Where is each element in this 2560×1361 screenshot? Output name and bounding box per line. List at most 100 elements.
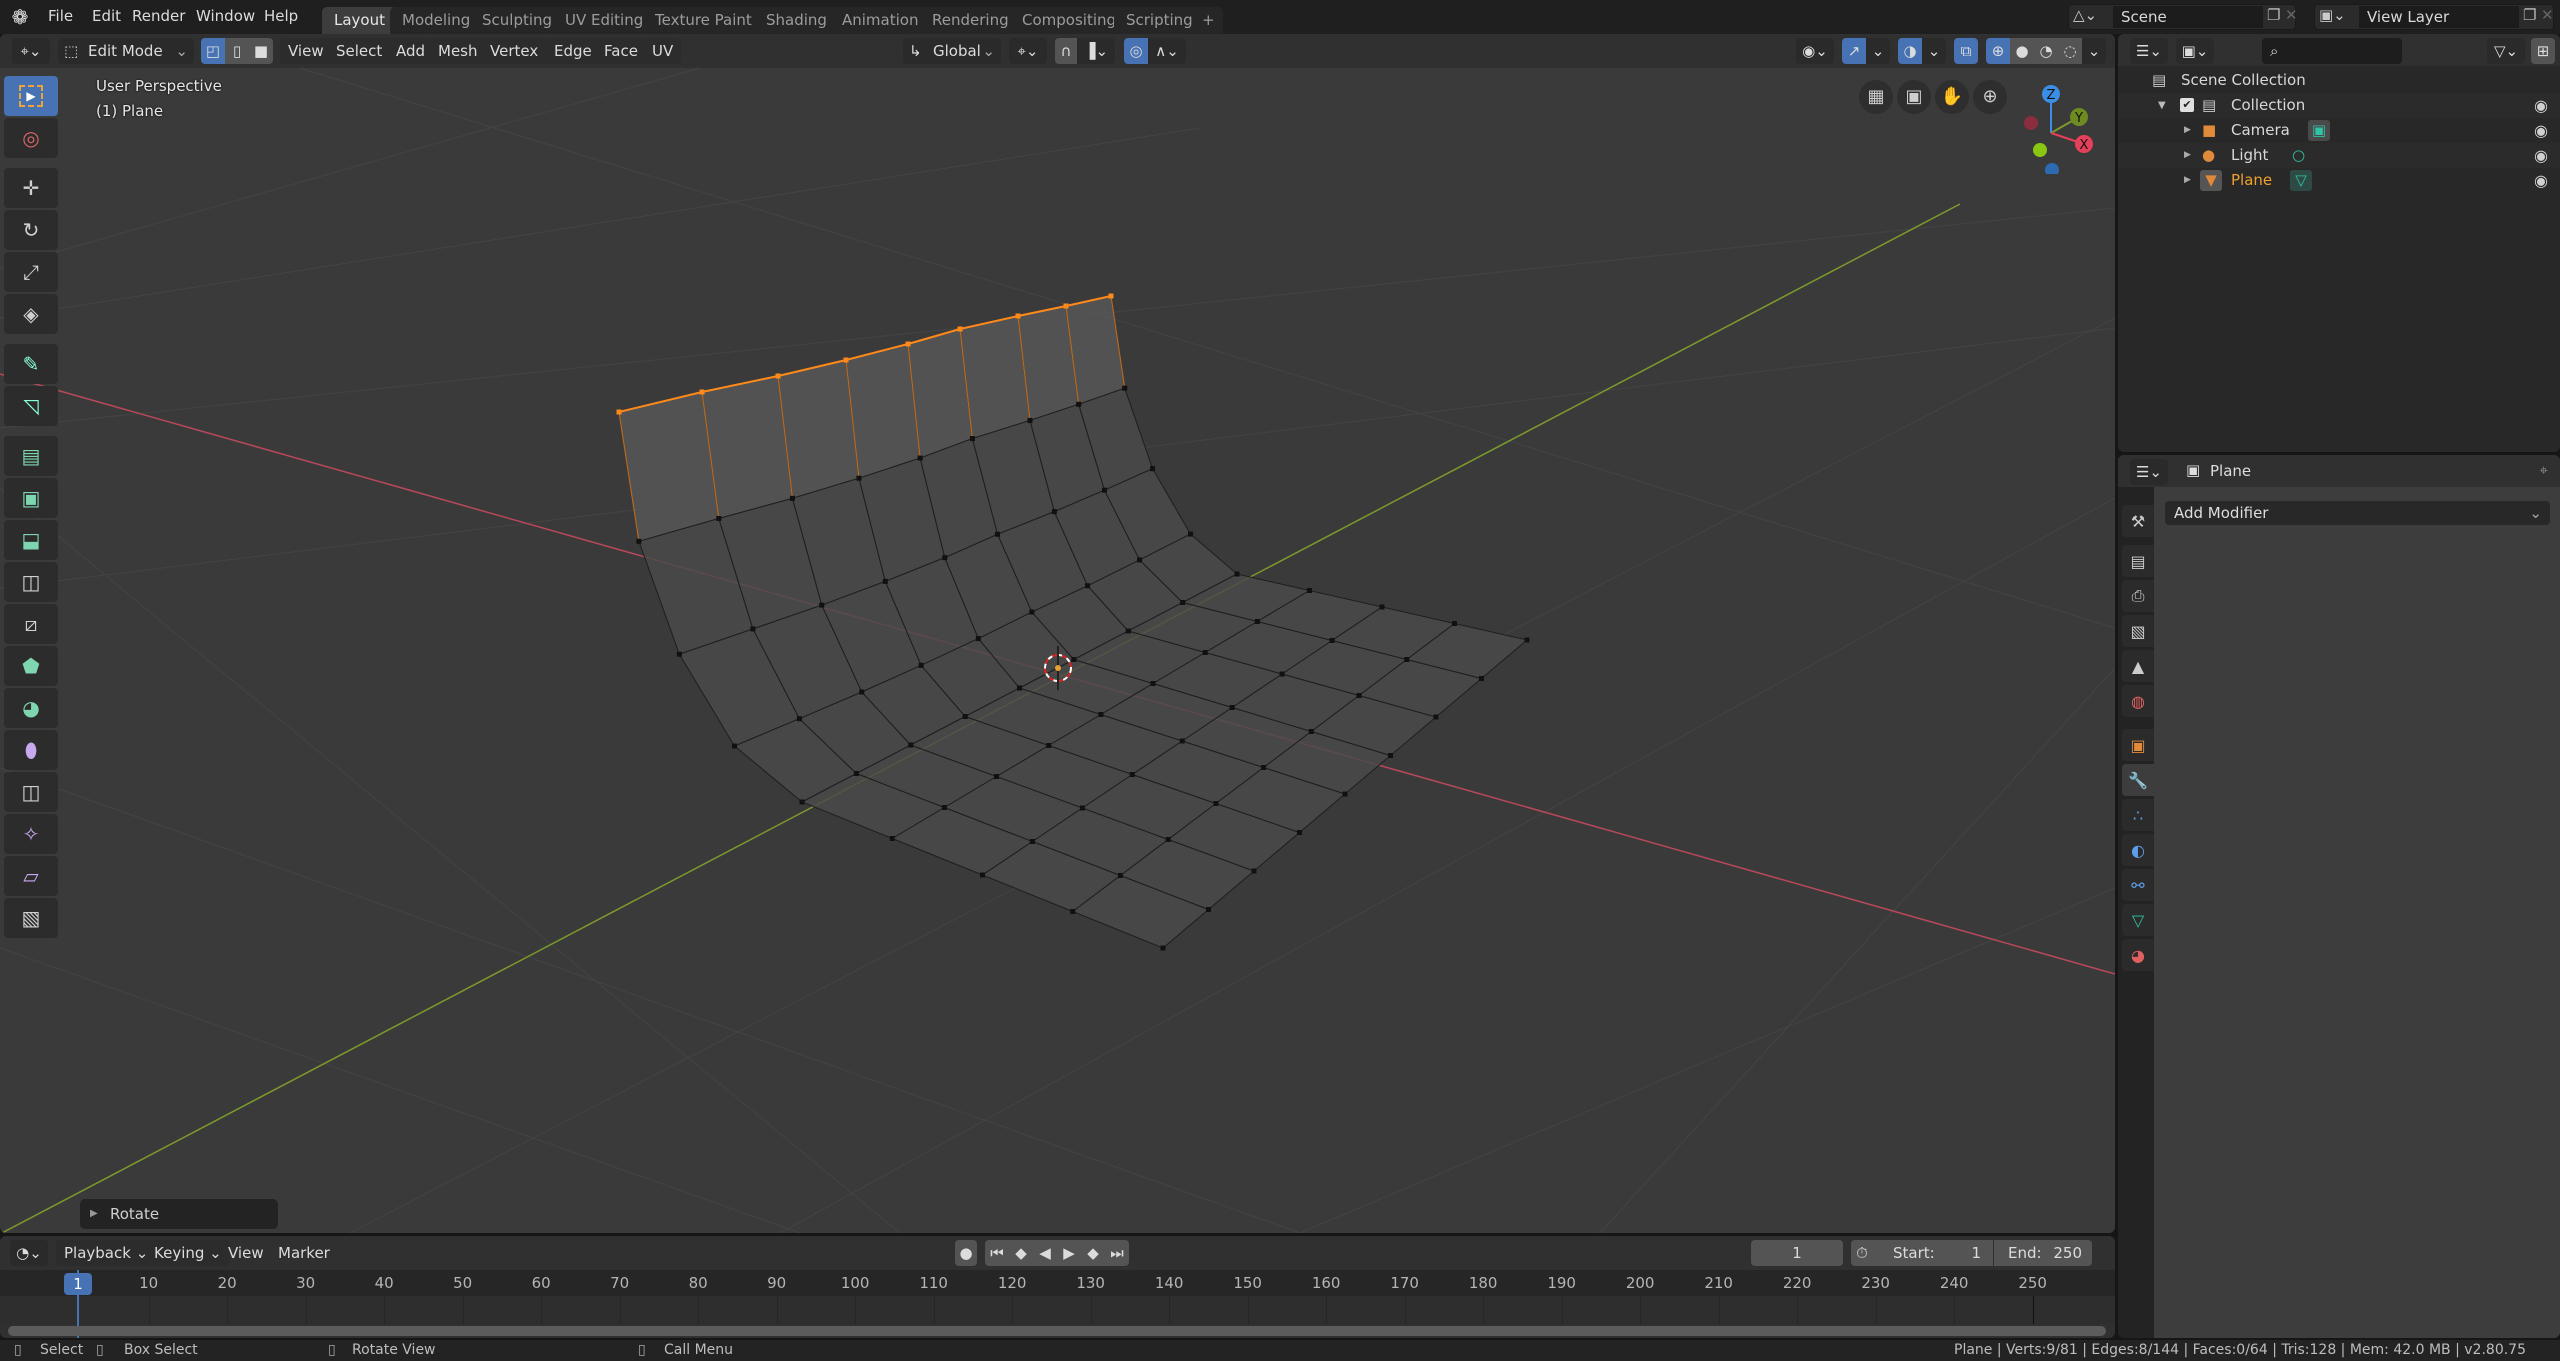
menu-uv[interactable]: UV bbox=[644, 38, 682, 64]
menu-help[interactable]: Help bbox=[256, 0, 306, 34]
menu-view[interactable]: View bbox=[220, 1240, 272, 1266]
overlays-dropdown[interactable]: ⌄ bbox=[1922, 38, 1946, 64]
tool-annotate[interactable]: ✎ bbox=[4, 344, 58, 384]
new-collection-icon[interactable]: ⊞ bbox=[2531, 38, 2555, 64]
tool-edge-slide[interactable]: ◫ bbox=[4, 772, 58, 812]
shading-wireframe-icon[interactable]: ⊕ bbox=[1986, 38, 2010, 64]
editor-type-button[interactable]: ⌖⌄ bbox=[12, 38, 50, 64]
tool-select-box[interactable]: ▶ bbox=[4, 76, 58, 116]
expand-triangle-icon[interactable]: ▶ bbox=[2184, 168, 2191, 193]
edge-select-button[interactable]: ▯ bbox=[225, 38, 249, 64]
tab-uv-editing[interactable]: UV Editing bbox=[553, 7, 656, 34]
mode-dropdown[interactable]: ⬚ Edit Mode ⌄ bbox=[58, 38, 194, 64]
visibility-selectability-button[interactable]: ◉⌄ bbox=[1796, 38, 1834, 64]
viewport-canvas[interactable] bbox=[0, 68, 2115, 1233]
tool-cursor[interactable]: ◎ bbox=[4, 118, 58, 158]
tool-loop-cut[interactable]: ◫ bbox=[4, 562, 58, 602]
tool-move[interactable]: ✛ bbox=[4, 168, 58, 208]
tab-modifiers[interactable]: 🔧 bbox=[2122, 764, 2154, 796]
menu-marker[interactable]: Marker bbox=[270, 1240, 338, 1266]
gizmo-neg-z[interactable] bbox=[2045, 163, 2059, 174]
tab-constraints[interactable]: ⚯ bbox=[2122, 869, 2154, 901]
jump-end-button[interactable]: ⏭ bbox=[1105, 1240, 1129, 1266]
face-select-button[interactable]: ■ bbox=[249, 38, 273, 64]
collapse-triangle-icon[interactable]: ▼ bbox=[2158, 93, 2166, 118]
menu-playback[interactable]: Playback ⌄ bbox=[56, 1240, 157, 1266]
prev-keyframe-button[interactable]: ◆ bbox=[1009, 1240, 1033, 1266]
3d-viewport[interactable]: ⌖⌄ ⬚ Edit Mode ⌄ ◰ ▯ ■ View Select Add M… bbox=[0, 34, 2115, 1233]
record-button[interactable]: ● bbox=[955, 1240, 977, 1266]
end-frame-field[interactable]: End: 250 bbox=[1994, 1240, 2092, 1266]
tool-inset-faces[interactable]: ▣ bbox=[4, 478, 58, 518]
zoom-icon[interactable]: ⊕ bbox=[1973, 80, 2007, 114]
tool-extrude-region[interactable]: ▤ bbox=[4, 436, 58, 476]
menu-window[interactable]: Window bbox=[188, 0, 263, 34]
play-button[interactable]: ▶ bbox=[1057, 1240, 1081, 1266]
tab-shading[interactable]: Shading bbox=[754, 7, 839, 34]
playhead-frame-badge[interactable]: 1 bbox=[64, 1273, 92, 1295]
light-data-icon[interactable]: ○ bbox=[2292, 143, 2305, 168]
properties-editor-type-button[interactable]: ☰⌄ bbox=[2130, 459, 2168, 485]
scene-icon[interactable]: △⌄ bbox=[2073, 6, 2097, 24]
tool-measure[interactable]: ◹ bbox=[4, 386, 58, 426]
timeline-scrollbar[interactable] bbox=[8, 1326, 2106, 1336]
tab-object[interactable]: ▣ bbox=[2122, 729, 2154, 761]
menu-mesh[interactable]: Mesh bbox=[430, 38, 486, 64]
tab-layout[interactable]: Layout bbox=[322, 7, 397, 34]
tab-output[interactable]: ⎙ bbox=[2122, 580, 2154, 612]
tab-tool[interactable]: ⚒ bbox=[2122, 505, 2154, 537]
menu-select[interactable]: Select bbox=[328, 38, 391, 64]
outliner-editor-type-button[interactable]: ☰⌄ bbox=[2130, 38, 2168, 64]
xray-toggle-icon[interactable]: ⧉ bbox=[1954, 38, 1978, 64]
gizmo-dropdown[interactable]: ⌄ bbox=[1866, 38, 1890, 64]
shading-rendered-icon[interactable]: ◌ bbox=[2058, 38, 2082, 64]
next-keyframe-button[interactable]: ◆ bbox=[1081, 1240, 1105, 1266]
eye-icon[interactable]: ◉ bbox=[2534, 93, 2548, 118]
tab-data[interactable]: ▽ bbox=[2122, 904, 2154, 936]
mesh-data-icon[interactable]: ▽ bbox=[2290, 170, 2312, 191]
pivot-point-button[interactable]: ⌖⌄ bbox=[1009, 38, 1047, 64]
camera-view-icon[interactable]: ▣ bbox=[1897, 80, 1931, 114]
new-scene-icon[interactable]: ❐ bbox=[2267, 6, 2280, 24]
tool-scale[interactable]: ⤢ bbox=[4, 252, 58, 292]
gizmo-neg-x[interactable] bbox=[2024, 116, 2038, 130]
stopwatch-icon[interactable]: ⏱ bbox=[1851, 1240, 1873, 1266]
snap-toggle-icon[interactable]: ∩ bbox=[1055, 38, 1077, 64]
outliner-row-light[interactable]: ▶ ● Light ○ ◉ bbox=[2118, 143, 2560, 168]
gizmo-neg-y[interactable] bbox=[2033, 143, 2047, 157]
vertex-select-button[interactable]: ◰ bbox=[201, 38, 225, 64]
scene-name-field[interactable]: Scene bbox=[2113, 6, 2263, 28]
tab-particles[interactable]: ∴ bbox=[2122, 799, 2154, 831]
overlays-toggle-icon[interactable]: ◑ bbox=[1898, 38, 1922, 64]
last-operator-panel[interactable]: ▶ Rotate bbox=[80, 1199, 278, 1229]
timeline-ruler[interactable]: 10 20 30 40 50 60 70 80 90 100 110 120 130 140 150 160 1… bbox=[0, 1270, 2115, 1296]
tool-bevel[interactable]: ⬓ bbox=[4, 520, 58, 560]
menu-render[interactable]: Render bbox=[124, 0, 193, 34]
eye-icon[interactable]: ◉ bbox=[2534, 168, 2548, 193]
eye-icon[interactable]: ◉ bbox=[2534, 118, 2548, 143]
toggle-camera-view-grid-icon[interactable]: ▦ bbox=[1859, 80, 1893, 114]
timeline-editor-type-button[interactable]: ◔⌄ bbox=[10, 1240, 48, 1266]
delete-scene-icon[interactable]: ✕ bbox=[2285, 6, 2298, 24]
expand-triangle-icon[interactable]: ▶ bbox=[90, 1199, 98, 1229]
current-frame-field[interactable]: 1 bbox=[1751, 1240, 1843, 1266]
tab-texture-paint[interactable]: Texture Paint bbox=[643, 7, 764, 34]
timeline-track[interactable] bbox=[0, 1296, 2115, 1324]
menu-edge[interactable]: Edge bbox=[546, 38, 600, 64]
snap-target-button[interactable]: ▐⌄ bbox=[1077, 38, 1115, 64]
menu-face[interactable]: Face bbox=[596, 38, 646, 64]
camera-data-icon[interactable]: ▣ bbox=[2308, 120, 2330, 141]
tab-physics[interactable]: ◐ bbox=[2122, 834, 2154, 866]
outliner-row-plane[interactable]: ▶ ▼ Plane ▽ ◉ bbox=[2118, 168, 2560, 193]
navigation-gizmo[interactable]: Z Y X bbox=[2005, 74, 2115, 174]
tool-rip-region[interactable]: ▧ bbox=[4, 898, 58, 938]
tab-view-layer[interactable]: ▧ bbox=[2122, 615, 2154, 647]
tab-rendering[interactable]: Rendering bbox=[920, 7, 1021, 34]
tool-transform[interactable]: ◈ bbox=[4, 294, 58, 334]
display-mode-button[interactable]: ▣⌄ bbox=[2176, 38, 2214, 64]
outliner-row-collection[interactable]: ▼ ✔ ▤ Collection ◉ bbox=[2118, 93, 2560, 118]
expand-triangle-icon[interactable]: ▶ bbox=[2184, 118, 2191, 143]
tool-knife[interactable]: ⧄ bbox=[4, 604, 58, 644]
tab-world[interactable]: ◍ bbox=[2122, 685, 2154, 717]
jump-start-button[interactable]: ⏮ bbox=[985, 1240, 1009, 1266]
